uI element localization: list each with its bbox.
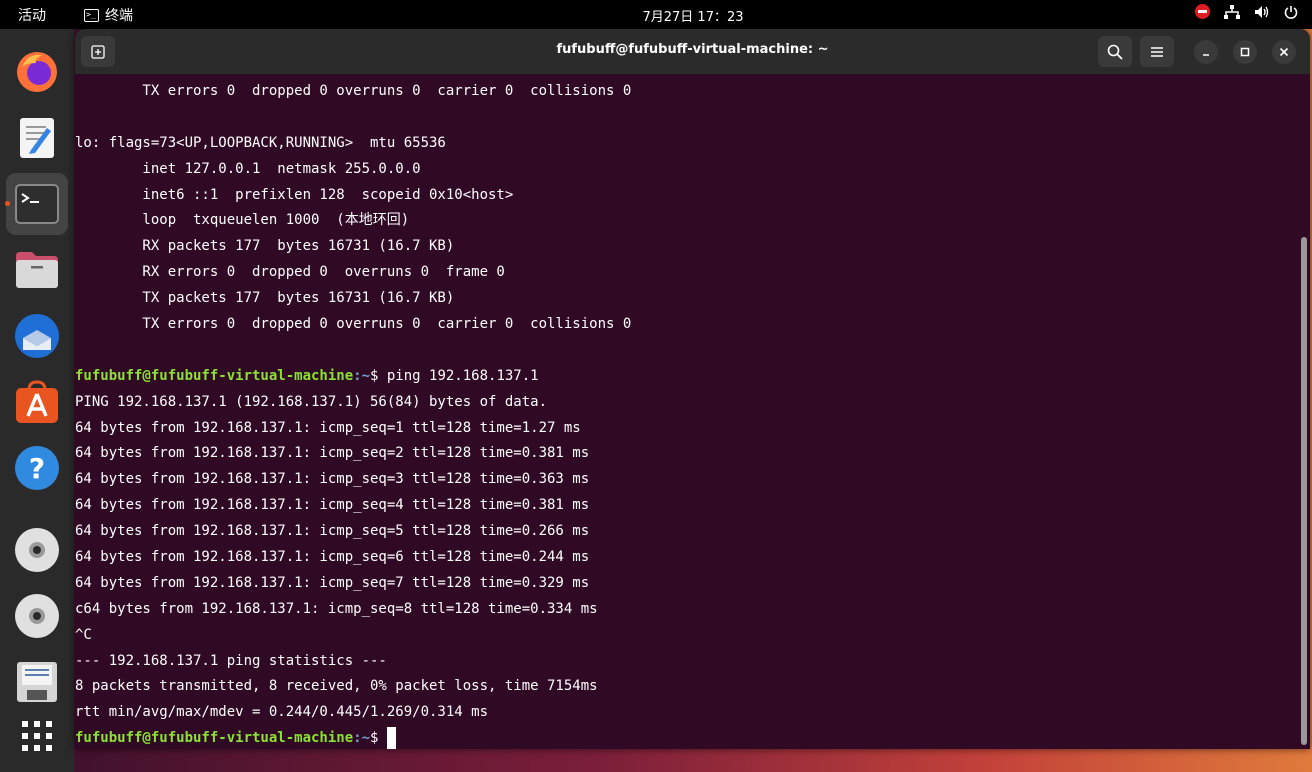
close-button[interactable] bbox=[1272, 40, 1296, 64]
app-center-icon bbox=[16, 380, 58, 423]
output-line: RX packets 177 bytes 16731 (16.7 KB) bbox=[75, 238, 455, 255]
hamburger-menu-icon bbox=[1151, 46, 1163, 57]
output-line: PING 192.168.137.1 (192.168.137.1) 56(84… bbox=[75, 393, 548, 410]
text-editor-icon bbox=[20, 118, 54, 158]
close-icon bbox=[1279, 47, 1289, 57]
firefox-icon bbox=[17, 52, 57, 92]
terminal-output[interactable]: TX errors 0 dropped 0 overruns 0 carrier… bbox=[75, 74, 1297, 749]
disc-icon bbox=[15, 528, 59, 572]
minimize-button[interactable] bbox=[1194, 40, 1218, 64]
terminal-window: fufubuff@fufubuff-virtual-machine: ~ TX … bbox=[75, 29, 1310, 749]
terminal-icon bbox=[15, 184, 59, 224]
disc-icon bbox=[15, 594, 59, 638]
do-not-disturb-icon[interactable] bbox=[1195, 4, 1210, 19]
dock: ? bbox=[0, 29, 74, 772]
power-icon[interactable] bbox=[1284, 5, 1298, 19]
volume-icon[interactable] bbox=[1254, 5, 1270, 19]
output-line: TX packets 177 bytes 16731 (16.7 KB) bbox=[75, 290, 455, 307]
help-icon: ? bbox=[15, 446, 59, 490]
prompt-path: :~ bbox=[353, 730, 371, 747]
dock-item-disc-2[interactable] bbox=[6, 585, 68, 647]
output-line: 8 packets transmitted, 8 received, 0% pa… bbox=[75, 678, 598, 695]
prompt-line: fufubuff@fufubuff-virtual-machine:~$ bbox=[75, 726, 1297, 749]
prompt-path: :~ bbox=[353, 367, 371, 384]
output-line: rtt min/avg/max/mdev = 0.244/0.445/1.269… bbox=[75, 704, 489, 721]
floppy-icon bbox=[17, 662, 57, 702]
prompt-command: $ ping 192.168.137.1 bbox=[370, 367, 539, 384]
running-indicator bbox=[5, 201, 10, 206]
top-bar: 活动 >_ 终端 7月27日 17：23 bbox=[0, 0, 1312, 29]
output-line: ^C bbox=[75, 626, 92, 643]
titlebar[interactable]: fufubuff@fufubuff-virtual-machine: ~ bbox=[75, 29, 1310, 74]
prompt-user: fufubuff@fufubuff-virtual-machine bbox=[75, 367, 354, 384]
output-line: 64 bytes from 192.168.137.1: icmp_seq=4 … bbox=[75, 497, 590, 514]
output-line: RX errors 0 dropped 0 overruns 0 frame 0 bbox=[75, 264, 505, 281]
output-line: c64 bytes from 192.168.137.1: icmp_seq=8… bbox=[75, 600, 598, 617]
output-line: 64 bytes from 192.168.137.1: icmp_seq=1 … bbox=[75, 419, 581, 436]
text-cursor bbox=[386, 727, 396, 749]
files-icon bbox=[16, 252, 58, 288]
dock-item-firefox[interactable] bbox=[6, 41, 68, 103]
dock-item-app-center[interactable] bbox=[6, 371, 68, 433]
thunderbird-icon bbox=[15, 314, 59, 358]
scrollbar[interactable] bbox=[1301, 237, 1307, 745]
dock-item-text-editor[interactable] bbox=[6, 107, 68, 169]
show-apps-button[interactable] bbox=[6, 705, 68, 767]
output-line: 64 bytes from 192.168.137.1: icmp_seq=6 … bbox=[75, 549, 590, 566]
menu-button[interactable] bbox=[1140, 36, 1174, 67]
output-line: 64 bytes from 192.168.137.1: icmp_seq=7 … bbox=[75, 574, 590, 591]
minimize-icon bbox=[1203, 54, 1209, 56]
dock-item-files[interactable] bbox=[6, 239, 68, 301]
search-button[interactable] bbox=[1098, 36, 1132, 67]
search-icon bbox=[1107, 44, 1123, 60]
dock-item-disc-1[interactable] bbox=[6, 519, 68, 581]
dock-item-help[interactable]: ? bbox=[6, 437, 68, 499]
output-line: inet 127.0.0.1 netmask 255.0.0.0 bbox=[75, 160, 421, 177]
output-line: 64 bytes from 192.168.137.1: icmp_seq=2 … bbox=[75, 445, 590, 462]
prompt-line: fufubuff@fufubuff-virtual-machine:~$ pin… bbox=[75, 364, 1297, 390]
output-line: TX errors 0 dropped 0 overruns 0 carrier… bbox=[75, 316, 632, 333]
prompt-command: $ bbox=[370, 730, 387, 747]
svg-text:?: ? bbox=[29, 452, 45, 485]
maximize-button[interactable] bbox=[1233, 40, 1257, 64]
system-tray[interactable] bbox=[1195, 4, 1298, 19]
output-line: lo: flags=73<UP,LOOPBACK,RUNNING> mtu 65… bbox=[75, 134, 446, 151]
output-line: inet6 ::1 prefixlen 128 scopeid 0x10<hos… bbox=[75, 186, 514, 203]
network-icon[interactable] bbox=[1224, 4, 1240, 19]
dock-item-floppy[interactable] bbox=[6, 651, 68, 713]
maximize-icon bbox=[1240, 47, 1250, 57]
dock-item-terminal[interactable] bbox=[6, 173, 68, 235]
output-line: loop txqueuelen 1000 (本地环回) bbox=[75, 212, 410, 229]
output-line: 64 bytes from 192.168.137.1: icmp_seq=5 … bbox=[75, 523, 590, 540]
output-line: TX errors 0 dropped 0 overruns 0 carrier… bbox=[75, 83, 632, 99]
clock[interactable]: 7月27日 17：23 bbox=[0, 6, 1312, 25]
show-apps-icon bbox=[22, 721, 52, 751]
prompt-user: fufubuff@fufubuff-virtual-machine bbox=[75, 730, 354, 747]
output-line: --- 192.168.137.1 ping statistics --- bbox=[75, 652, 387, 669]
dock-item-thunderbird[interactable] bbox=[6, 305, 68, 367]
output-line: 64 bytes from 192.168.137.1: icmp_seq=3 … bbox=[75, 471, 590, 488]
